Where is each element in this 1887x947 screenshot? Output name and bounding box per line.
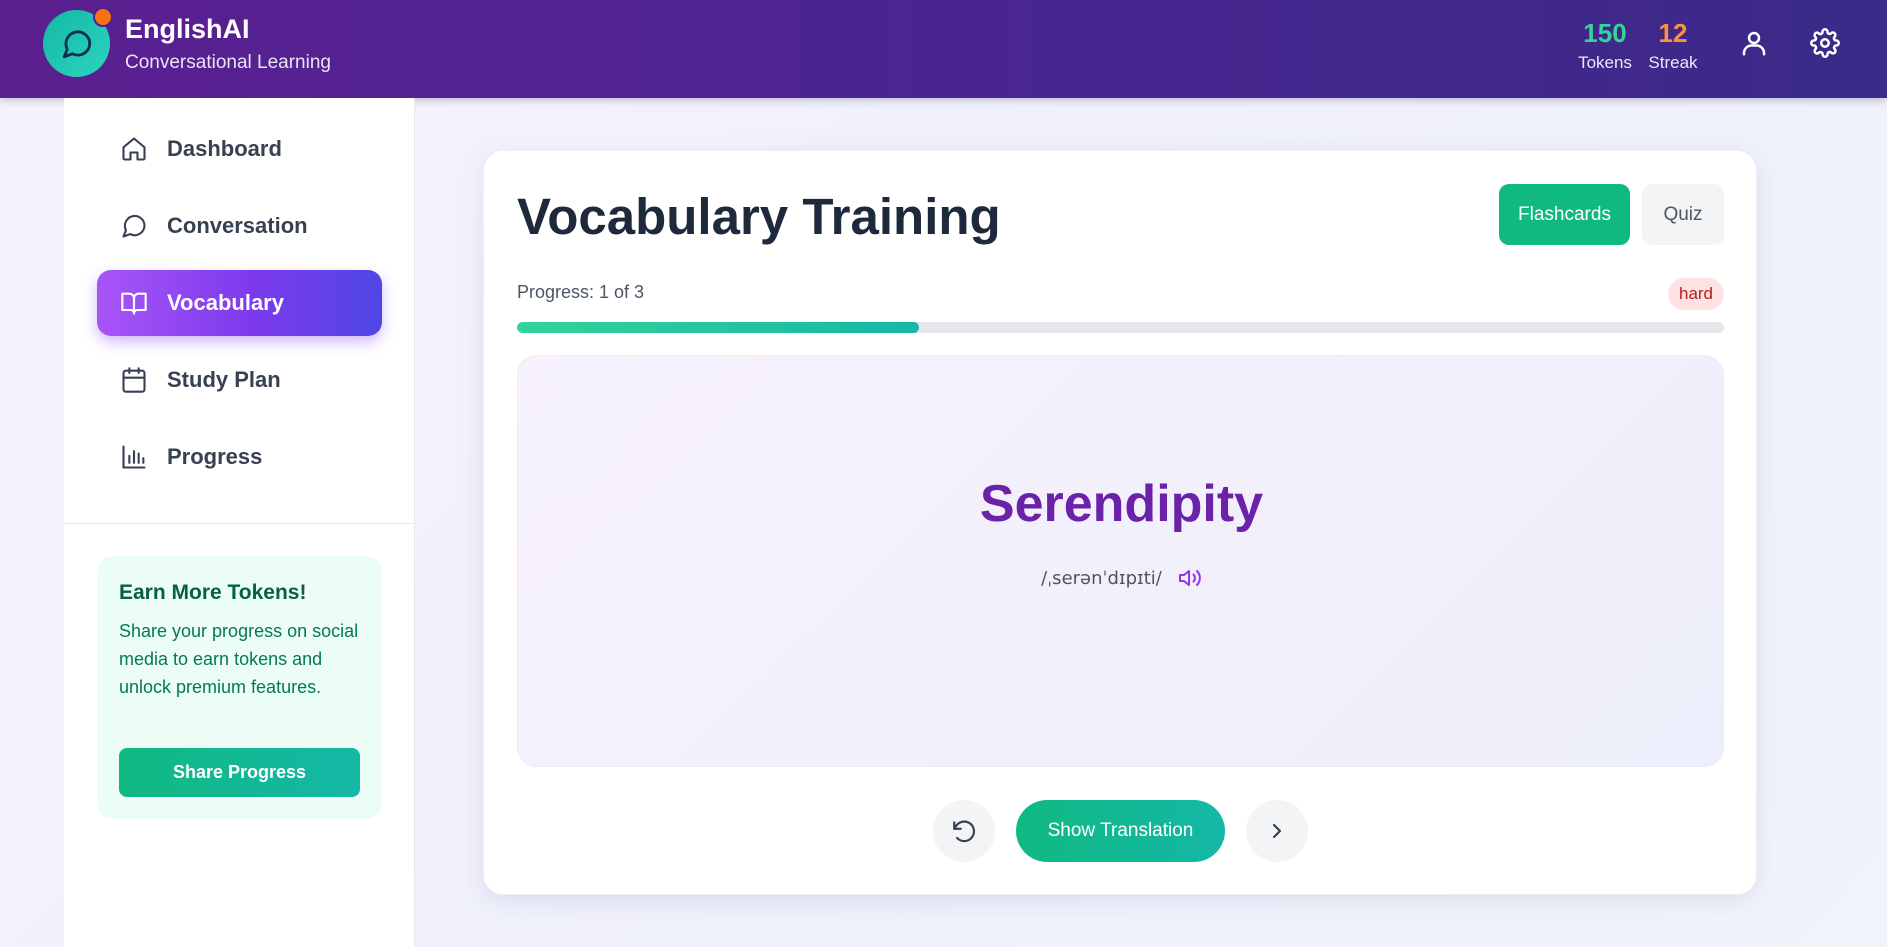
vocabulary-card: Vocabulary Training Flashcards Quiz Prog…: [483, 150, 1757, 895]
sidebar-item-study-plan[interactable]: Study Plan: [97, 347, 382, 413]
home-icon: [122, 137, 146, 161]
app-tagline: Conversational Learning: [125, 52, 331, 73]
promo-card: Earn More Tokens! Share your progress on…: [97, 556, 382, 819]
pronunciation-text: /ˌserənˈdɪpɪti/: [1041, 567, 1162, 589]
quiz-button[interactable]: Quiz: [1642, 184, 1724, 245]
share-progress-button[interactable]: Share Progress: [119, 748, 360, 797]
show-translation-button[interactable]: Show Translation: [1016, 800, 1225, 862]
sidebar-item-label: Progress: [167, 444, 263, 469]
rotate-ccw-icon: [953, 820, 976, 843]
flashcard-word: Serendipity: [979, 475, 1264, 533]
pronunciation-row: /ˌserənˈdɪpɪti/: [518, 566, 1725, 590]
next-button[interactable]: [1246, 800, 1308, 862]
chat-bubble-icon: [62, 30, 91, 58]
difficulty-badge: hard: [1668, 278, 1724, 310]
user-icon[interactable]: [1739, 28, 1769, 58]
promo-text: Share your progress on social media to e…: [119, 621, 359, 697]
page-title: Vocabulary Training: [517, 188, 1001, 245]
sidebar-item-dashboard[interactable]: Dashboard: [97, 116, 382, 182]
chevron-right-icon: [1272, 823, 1282, 839]
sidebar-divider: [64, 523, 415, 524]
streak-label: Streak: [1648, 53, 1698, 72]
reset-button[interactable]: [933, 800, 995, 862]
bar-chart-icon: [122, 445, 146, 469]
tokens-value: 150: [1583, 18, 1627, 48]
gear-icon[interactable]: [1810, 28, 1840, 58]
book-icon: [121, 292, 147, 315]
progress-bar-fill: [517, 322, 920, 333]
sidebar-item-label: Study Plan: [167, 367, 281, 392]
tokens-stat: 150 Tokens: [1575, 18, 1635, 73]
tokens-label: Tokens: [1578, 53, 1632, 72]
chat-icon: [122, 214, 146, 238]
sidebar-item-vocabulary[interactable]: Vocabulary: [97, 270, 382, 336]
sidebar-item-label: Dashboard: [167, 136, 282, 161]
streak-stat: 12 Streak: [1643, 18, 1703, 73]
sidebar-item-label: Vocabulary: [167, 290, 284, 315]
top-header: EnglishAI Conversational Learning 150 To…: [0, 0, 1887, 98]
promo-title: Earn More Tokens!: [119, 581, 307, 604]
flashcard[interactable]: Serendipity /ˌserənˈdɪpɪti/: [517, 355, 1724, 767]
sidebar-item-progress[interactable]: Progress: [97, 424, 382, 490]
app-name: EnglishAI: [125, 14, 250, 44]
progress-bar: [517, 322, 1724, 333]
sidebar: Dashboard Conversation Vocabulary Study …: [64, 98, 415, 947]
sidebar-item-label: Conversation: [167, 213, 308, 238]
flashcards-button[interactable]: Flashcards: [1499, 184, 1630, 245]
streak-value: 12: [1658, 18, 1688, 48]
notification-dot: [93, 7, 113, 27]
calendar-icon: [122, 367, 146, 393]
speaker-icon[interactable]: [1178, 566, 1202, 590]
sidebar-item-conversation[interactable]: Conversation: [97, 193, 382, 259]
progress-label: Progress: 1 of 3: [517, 282, 645, 302]
